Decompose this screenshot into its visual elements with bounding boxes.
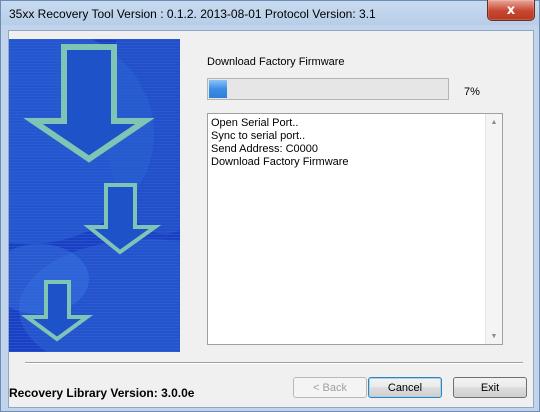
close-icon: x (506, 2, 516, 18)
log-lines: Open Serial Port.. Sync to serial port.. S… (211, 117, 481, 169)
title-bar[interactable]: 35xx Recovery Tool Version : 0.1.2. 2013… (1, 0, 539, 25)
banner-graphic (9, 39, 180, 352)
current-step-label: Download Factory Firmware (207, 56, 345, 68)
download-arrows-icon (9, 39, 180, 352)
library-version-label: Recovery Library Version: 3.0.0e (9, 386, 195, 400)
progress-percent: 7% (464, 86, 480, 98)
log-scrollbar[interactable]: ▲ ▼ (485, 114, 502, 344)
window-title: 35xx Recovery Tool Version : 0.1.2. 2013… (9, 7, 376, 21)
back-button[interactable]: < Back (293, 377, 367, 398)
progress-fill (209, 80, 227, 98)
log-line: Download Factory Firmware (211, 156, 349, 168)
close-button[interactable]: x (487, 0, 535, 21)
progress-bar (207, 78, 449, 100)
footer-separator (25, 362, 523, 364)
cancel-button[interactable]: Cancel (368, 377, 442, 398)
log-textbox[interactable]: Open Serial Port.. Sync to serial port.. S… (207, 113, 503, 345)
log-line: Send Address: C0000 (211, 143, 319, 155)
scroll-down-arrow-icon[interactable]: ▼ (486, 328, 502, 344)
log-line: Open Serial Port.. (211, 117, 299, 129)
log-line: Sync to serial port.. (211, 130, 306, 142)
scroll-up-arrow-icon[interactable]: ▲ (486, 114, 502, 130)
recovery-tool-window: 35xx Recovery Tool Version : 0.1.2. 2013… (0, 0, 540, 412)
exit-button[interactable]: Exit (453, 377, 527, 398)
dialog-body: Download Factory Firmware 7% Open Serial… (8, 30, 534, 408)
